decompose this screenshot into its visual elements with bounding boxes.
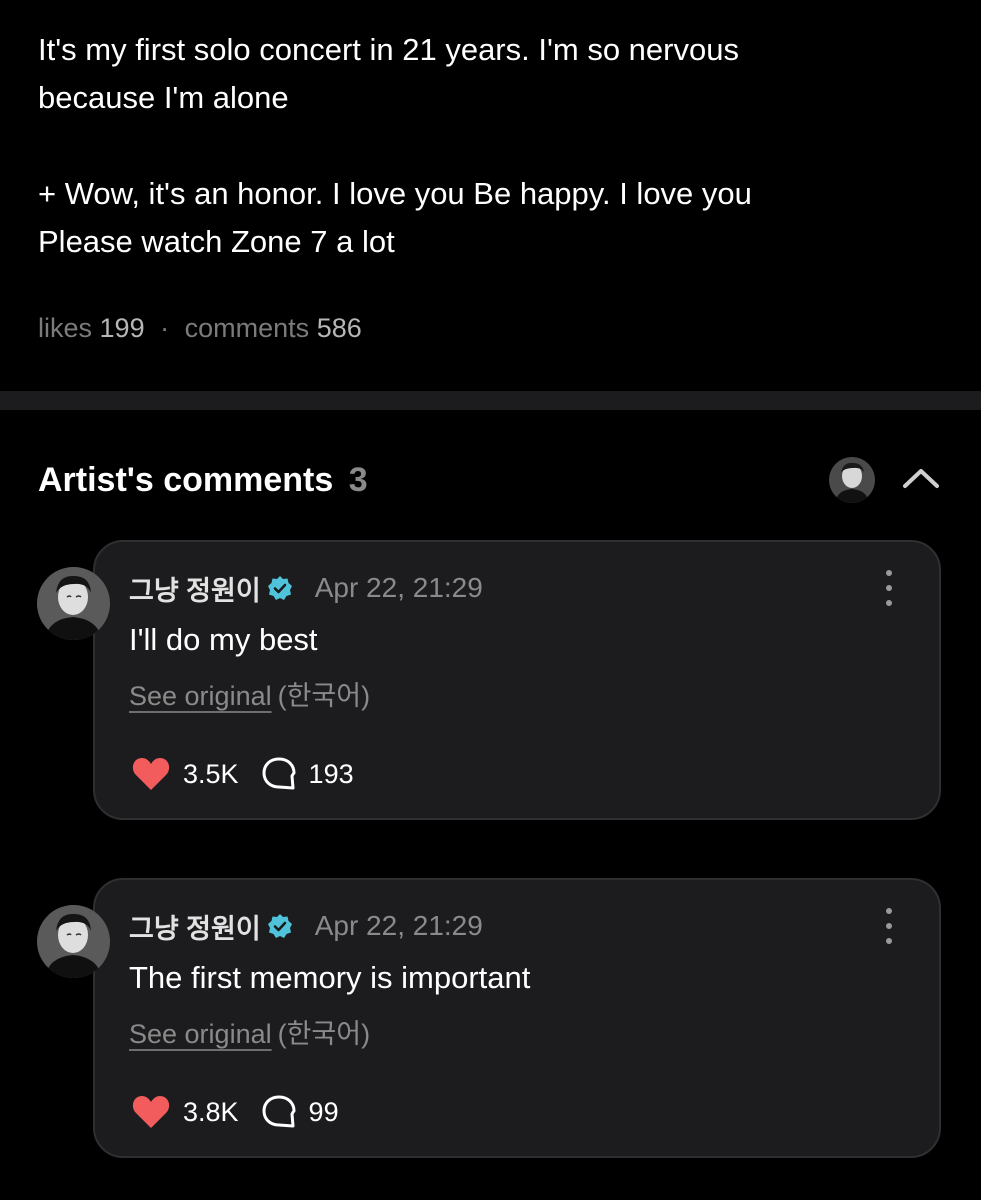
comments-count[interactable]: 586: [317, 313, 362, 343]
reply-button[interactable]: 99: [261, 1094, 339, 1130]
reply-count: 99: [308, 1096, 339, 1127]
translation-row: See original (한국어): [129, 676, 370, 716]
post-line: It's my first solo concert in 21 years. …: [38, 32, 739, 67]
heart-icon: [131, 1094, 171, 1130]
comment-actions: 3.5K 193: [131, 754, 354, 794]
comment-author[interactable]: 그냥 정원이: [129, 907, 261, 946]
like-count: 3.5K: [183, 758, 239, 789]
see-original-link[interactable]: See original: [129, 1019, 272, 1049]
comment-text: The first memory is important: [129, 960, 531, 995]
comment-timestamp: Apr 22, 21:29: [314, 910, 483, 941]
comment-avatar[interactable]: [37, 567, 110, 640]
likes-count[interactable]: 199: [100, 313, 145, 343]
more-dots-icon: [886, 908, 892, 914]
comment-header: 그냥 정원이 Apr 22, 21:29: [129, 906, 483, 946]
post-line: because I'm alone: [38, 80, 289, 115]
speech-bubble-icon: [261, 756, 297, 792]
reply-count: 193: [308, 758, 354, 789]
like-count: 3.8K: [183, 1096, 239, 1127]
artist-comments-header: Artist's comments 3: [38, 456, 368, 504]
comment-avatar[interactable]: [37, 905, 110, 978]
artist-comment-card[interactable]: 그냥 정원이 Apr 22, 21:29 The first memory is…: [93, 878, 941, 1158]
more-dots-icon: [886, 570, 892, 576]
reply-button[interactable]: 193: [261, 756, 354, 792]
original-language: (한국어): [277, 1019, 371, 1049]
post-line: + Wow, it's an honor. I love you Be happ…: [38, 176, 752, 211]
post-line: Please watch Zone 7 a lot: [38, 224, 395, 259]
comment-actions: 3.8K 99: [131, 1092, 339, 1132]
comments-label: comments: [184, 313, 310, 343]
section-count: 3: [348, 461, 368, 499]
comment-author[interactable]: 그냥 정원이: [129, 569, 261, 608]
original-language: (한국어): [277, 681, 371, 711]
section-title: Artist's comments: [38, 461, 334, 499]
see-original-link[interactable]: See original: [129, 681, 272, 711]
chevron-up-icon: [902, 467, 940, 494]
like-button[interactable]: 3.8K: [131, 1094, 239, 1130]
post-body: It's my first solo concert in 21 years. …: [38, 26, 918, 266]
speech-bubble-icon: [261, 1094, 297, 1130]
translation-row: See original (한국어): [129, 1014, 370, 1054]
verified-badge-icon: [267, 913, 293, 939]
verified-badge-icon: [267, 575, 293, 601]
section-divider: [0, 391, 981, 410]
collapse-button[interactable]: [898, 460, 944, 500]
heart-icon: [131, 756, 171, 792]
more-options-button[interactable]: [879, 570, 899, 606]
artist-avatar[interactable]: [829, 457, 875, 503]
like-button[interactable]: 3.5K: [131, 756, 239, 792]
comment-timestamp: Apr 22, 21:29: [314, 572, 483, 603]
stats-separator: ·: [160, 313, 170, 343]
comment-header: 그냥 정원이 Apr 22, 21:29: [129, 568, 483, 608]
post-stats: likes 199 · comments 586: [38, 308, 362, 348]
artist-comment-card[interactable]: 그냥 정원이 Apr 22, 21:29 I'll do my best See…: [93, 540, 941, 820]
likes-label: likes: [38, 313, 93, 343]
more-options-button[interactable]: [879, 908, 899, 944]
comment-text: I'll do my best: [129, 622, 318, 657]
